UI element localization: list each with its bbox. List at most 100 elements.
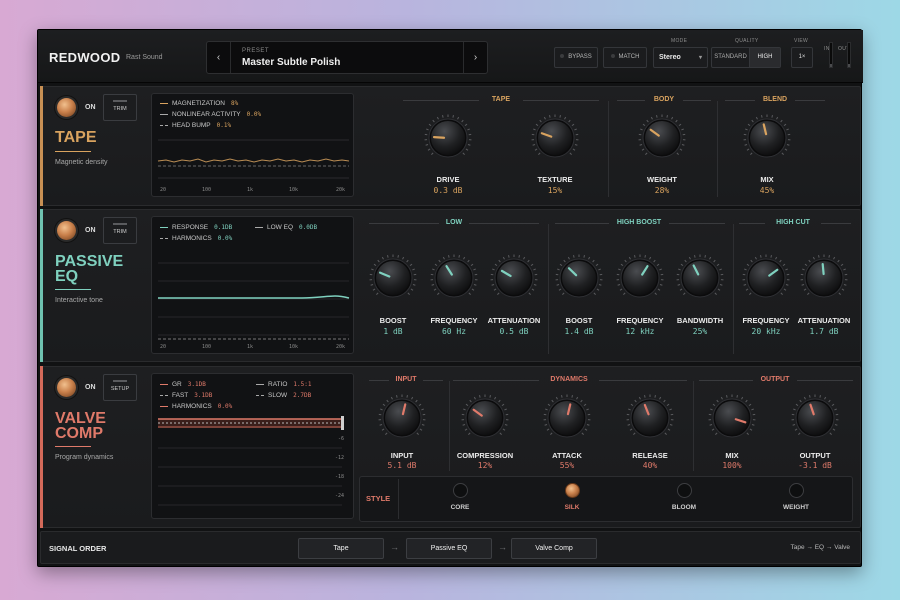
- attack-knob[interactable]: [542, 393, 592, 443]
- input-meter: [829, 42, 833, 68]
- radio-icon: [676, 483, 692, 498]
- eq-analyzer-plot: [158, 262, 350, 340]
- style-option-weight[interactable]: WEIGHT: [766, 483, 826, 511]
- tape-module: ON TRIM TAPE Magnetic density MAGNETIZAT…: [40, 86, 861, 206]
- knob-graphic: [555, 254, 603, 298]
- comp-style-selector: STYLE CORE SILK BLOOM WEIGHT: [359, 476, 853, 522]
- comp-mix-knob[interactable]: [707, 393, 757, 443]
- tape-freq-tick: 1k: [247, 187, 254, 193]
- high-cut-attenuation-knob[interactable]: [799, 253, 849, 303]
- weight-label: WEIGHT: [647, 175, 677, 184]
- mode-select[interactable]: Stereo ▾: [653, 47, 708, 68]
- quality-high-option[interactable]: HIGH: [750, 48, 780, 67]
- bandwidth-knob[interactable]: [675, 253, 725, 303]
- tape-freq-tick: 20: [160, 187, 167, 193]
- style-option-bloom[interactable]: BLOOM: [654, 483, 714, 511]
- eq-on-label: ON: [85, 227, 96, 234]
- view-label: VIEW: [794, 38, 808, 44]
- quality-standard-option[interactable]: STANDARD: [712, 48, 750, 67]
- tape-mix-knob[interactable]: [742, 113, 792, 163]
- tape-power-button[interactable]: [57, 98, 76, 117]
- comp-analyzer-plot: [158, 416, 344, 506]
- high-boost-knob[interactable]: [554, 253, 604, 303]
- comp-group-dynamics: DYNAMICS: [550, 376, 588, 383]
- preset-selector[interactable]: ‹ PRESET Master Subtle Polish ›: [206, 41, 488, 74]
- texture-value: 15%: [547, 186, 563, 195]
- comp-title-line2: COMP: [55, 425, 103, 442]
- tape-waveform-line: [157, 158, 350, 163]
- low-attenuation-knob[interactable]: [489, 253, 539, 303]
- attack-label: ATTACK: [552, 451, 582, 460]
- preset-label: PRESET: [242, 48, 270, 54]
- compression-knob[interactable]: [460, 393, 510, 443]
- release-knob[interactable]: [625, 393, 675, 443]
- tape-accent-stripe: [40, 86, 43, 206]
- knob-graphic: [543, 394, 591, 438]
- signal-order-bar: SIGNAL ORDER Tape → Passive EQ → Valve C…: [40, 531, 861, 564]
- tape-trim-button[interactable]: TRIM: [103, 94, 137, 121]
- tape-mix-value: 45%: [759, 186, 775, 195]
- bypass-led-icon: [560, 54, 565, 59]
- brand-subtitle: Rast Sound: [126, 54, 163, 61]
- chevron-down-icon: ▾: [698, 55, 702, 61]
- style-option-silk[interactable]: SILK: [542, 483, 602, 511]
- tape-analyzer: MAGNETIZATION 8% NONLINEAR ACTIVITY 0.0% H…: [151, 93, 354, 197]
- comp-output-knob[interactable]: [790, 393, 840, 443]
- texture-label: TEXTURE: [537, 175, 573, 184]
- preset-next-button[interactable]: ›: [463, 42, 487, 73]
- high-cut-frequency-knob[interactable]: [741, 253, 791, 303]
- eq-trim-button[interactable]: TRIM: [103, 217, 137, 244]
- style-option-core[interactable]: CORE: [430, 483, 490, 511]
- quality-toggle[interactable]: STANDARD HIGH: [711, 47, 781, 68]
- tape-title: TAPE: [55, 129, 97, 146]
- radio-selected-icon: [564, 483, 580, 498]
- release-value: 40%: [642, 461, 658, 470]
- high-cut-attenuation-label: ATTENUATION: [797, 316, 851, 325]
- comp-group-output: OUTPUT: [760, 376, 790, 383]
- chain-slot-passive-eq[interactable]: Passive EQ: [406, 538, 492, 559]
- tape-freq-tick: 100: [202, 187, 212, 193]
- signal-order-summary: Tape → EQ → Valve: [790, 544, 851, 551]
- knob-graphic: [708, 394, 756, 438]
- knob-graphic: [531, 114, 579, 158]
- bypass-button[interactable]: BYPASS: [554, 47, 598, 68]
- knob-graphic: [742, 254, 790, 298]
- knob-graphic: [676, 254, 724, 298]
- knob-graphic: [424, 114, 472, 158]
- comp-input-value: 5.1 dB: [387, 461, 417, 470]
- drive-label: DRIVE: [436, 175, 460, 184]
- comp-power-button[interactable]: [57, 378, 76, 397]
- texture-knob[interactable]: [530, 113, 580, 163]
- high-boost-frequency-knob[interactable]: [615, 253, 665, 303]
- eq-group-low: LOW: [445, 219, 463, 226]
- radio-icon: [452, 483, 468, 498]
- mode-value: Stereo: [659, 54, 681, 61]
- knob-graphic: [638, 114, 686, 158]
- chain-slot-valve-comp[interactable]: Valve Comp: [511, 538, 597, 559]
- drive-knob[interactable]: [423, 113, 473, 163]
- comp-setup-button[interactable]: SETUP: [103, 374, 137, 401]
- tape-subtitle: Magnetic density: [55, 159, 108, 166]
- preset-name[interactable]: Master Subtle Polish: [242, 57, 340, 68]
- knob-graphic: [369, 254, 417, 298]
- low-frequency-knob[interactable]: [429, 253, 479, 303]
- comp-analyzer: GR 3.1DB RATIO 1.5:1 FAST 3.1DB SLOW 2.7DB H…: [151, 373, 354, 519]
- comp-group-input: INPUT: [395, 376, 417, 383]
- view-scale-button[interactable]: 1×: [791, 47, 813, 68]
- weight-value: 28%: [654, 186, 670, 195]
- comp-on-label: ON: [85, 384, 96, 391]
- comp-mix-label: MIX: [725, 451, 739, 460]
- comp-input-knob[interactable]: [377, 393, 427, 443]
- eq-power-button[interactable]: [57, 221, 76, 240]
- low-boost-knob[interactable]: [368, 253, 418, 303]
- weight-knob[interactable]: [637, 113, 687, 163]
- header-bar: REDWOOD Rast Sound ‹ PRESET Master Subtl…: [38, 30, 863, 83]
- match-led-icon: [610, 54, 615, 59]
- chain-slot-tape[interactable]: Tape: [298, 538, 384, 559]
- compression-value: 12%: [477, 461, 493, 470]
- radio-icon: [788, 483, 804, 498]
- knob-graphic: [626, 394, 674, 438]
- match-button[interactable]: MATCH: [603, 47, 647, 68]
- preset-prev-button[interactable]: ‹: [207, 42, 231, 73]
- output-meter: [847, 42, 851, 68]
